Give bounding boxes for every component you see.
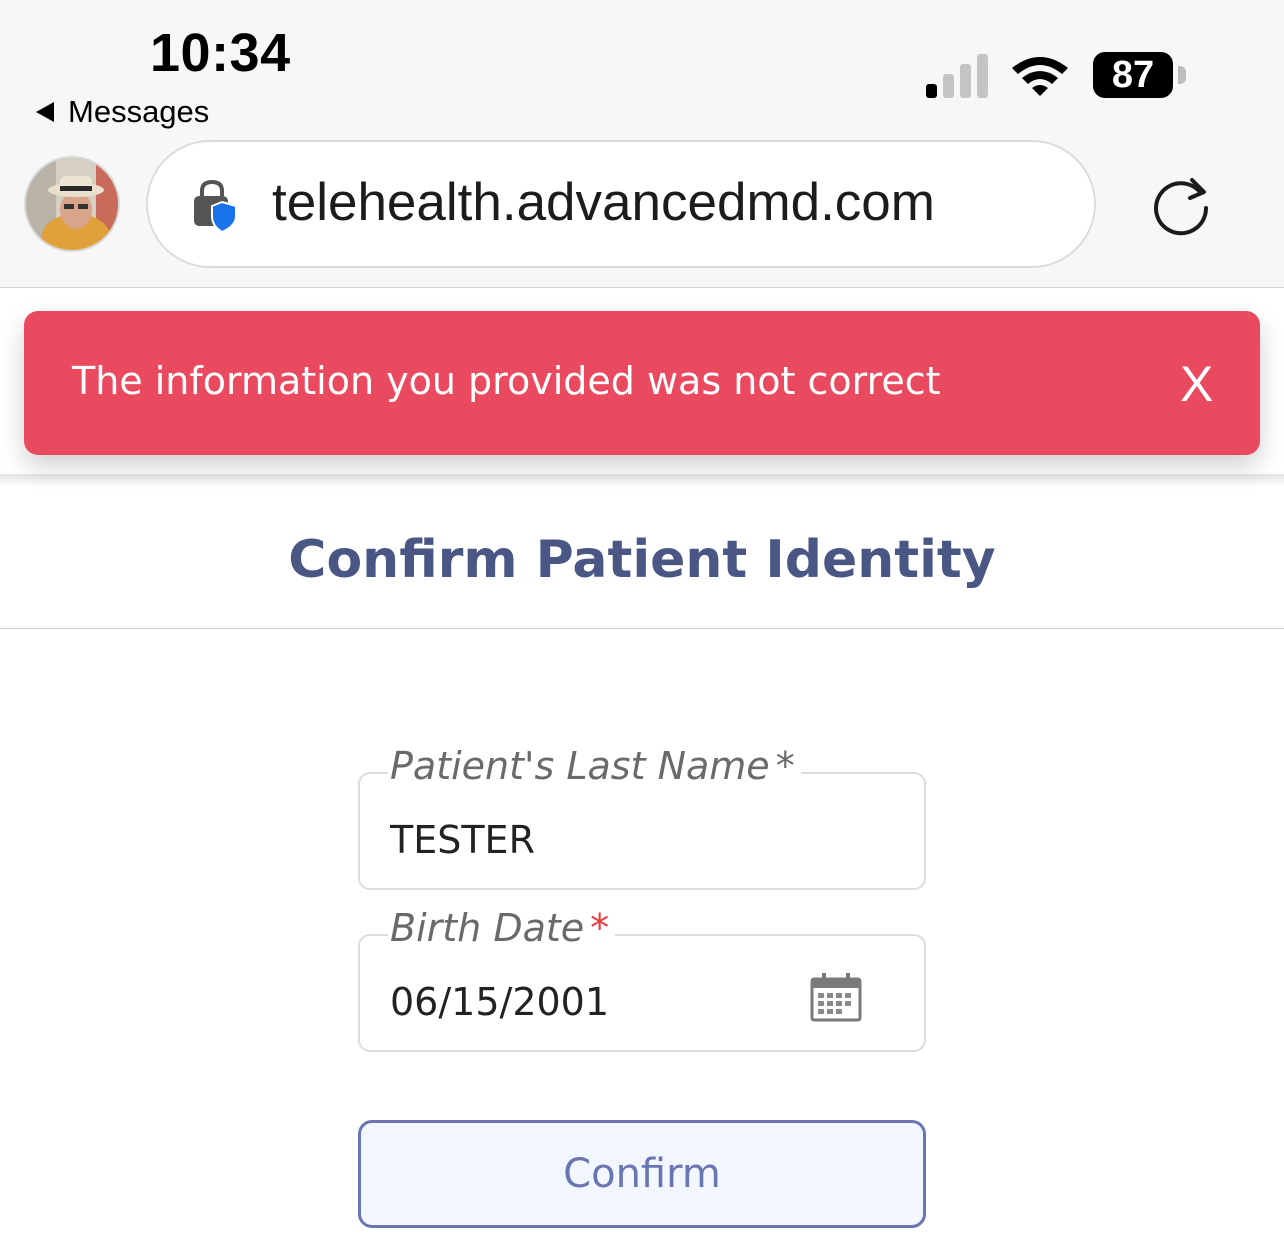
secure-lock-icon (194, 180, 237, 232)
calendar-icon[interactable] (810, 972, 862, 1022)
profile-avatar[interactable] (24, 156, 120, 252)
last-name-input[interactable] (390, 818, 790, 862)
title-divider (0, 628, 1284, 629)
battery-tip-icon (1178, 66, 1186, 84)
battery-indicator: 87 (1093, 52, 1173, 98)
address-bar[interactable]: telehealth.advancedmd.com (146, 140, 1096, 268)
wifi-icon (1012, 57, 1068, 96)
birth-date-required-mark: * (590, 906, 610, 950)
toast-shadow (0, 474, 1284, 486)
error-toast-message: The information you provided was not cor… (72, 359, 941, 403)
error-toast: The information you provided was not cor… (24, 311, 1260, 455)
birth-date-field[interactable]: Birth Date * (358, 906, 926, 1052)
avatar-photo-icon (26, 158, 118, 250)
last-name-label: Patient's Last Name * (388, 744, 801, 788)
birth-date-input[interactable] (390, 980, 790, 1024)
birth-date-label-text: Birth Date (390, 906, 585, 950)
confirm-button[interactable]: Confirm (358, 1120, 926, 1228)
reload-icon[interactable] (1150, 176, 1212, 238)
page-root: 10:34 Messages 87 telehealth.advancedmd.… (0, 0, 1284, 1252)
page-title: Confirm Patient Identity (288, 530, 996, 590)
browser-chrome: 10:34 Messages 87 telehealth.advancedmd.… (0, 0, 1284, 288)
url-text: telehealth.advancedmd.com (272, 173, 935, 232)
back-arrow-icon (36, 102, 54, 122)
birth-date-label: Birth Date * (388, 906, 616, 950)
status-time: 10:34 (150, 23, 291, 83)
cellular-signal-icon (924, 54, 994, 98)
toast-close-button[interactable]: X (1180, 355, 1213, 413)
back-to-messages-link[interactable]: Messages (36, 94, 209, 130)
back-to-messages-label: Messages (68, 94, 210, 129)
last-name-field[interactable]: Patient's Last Name * (358, 744, 926, 890)
last-name-required-mark: * (775, 744, 795, 788)
last-name-label-text: Patient's Last Name (390, 744, 770, 788)
